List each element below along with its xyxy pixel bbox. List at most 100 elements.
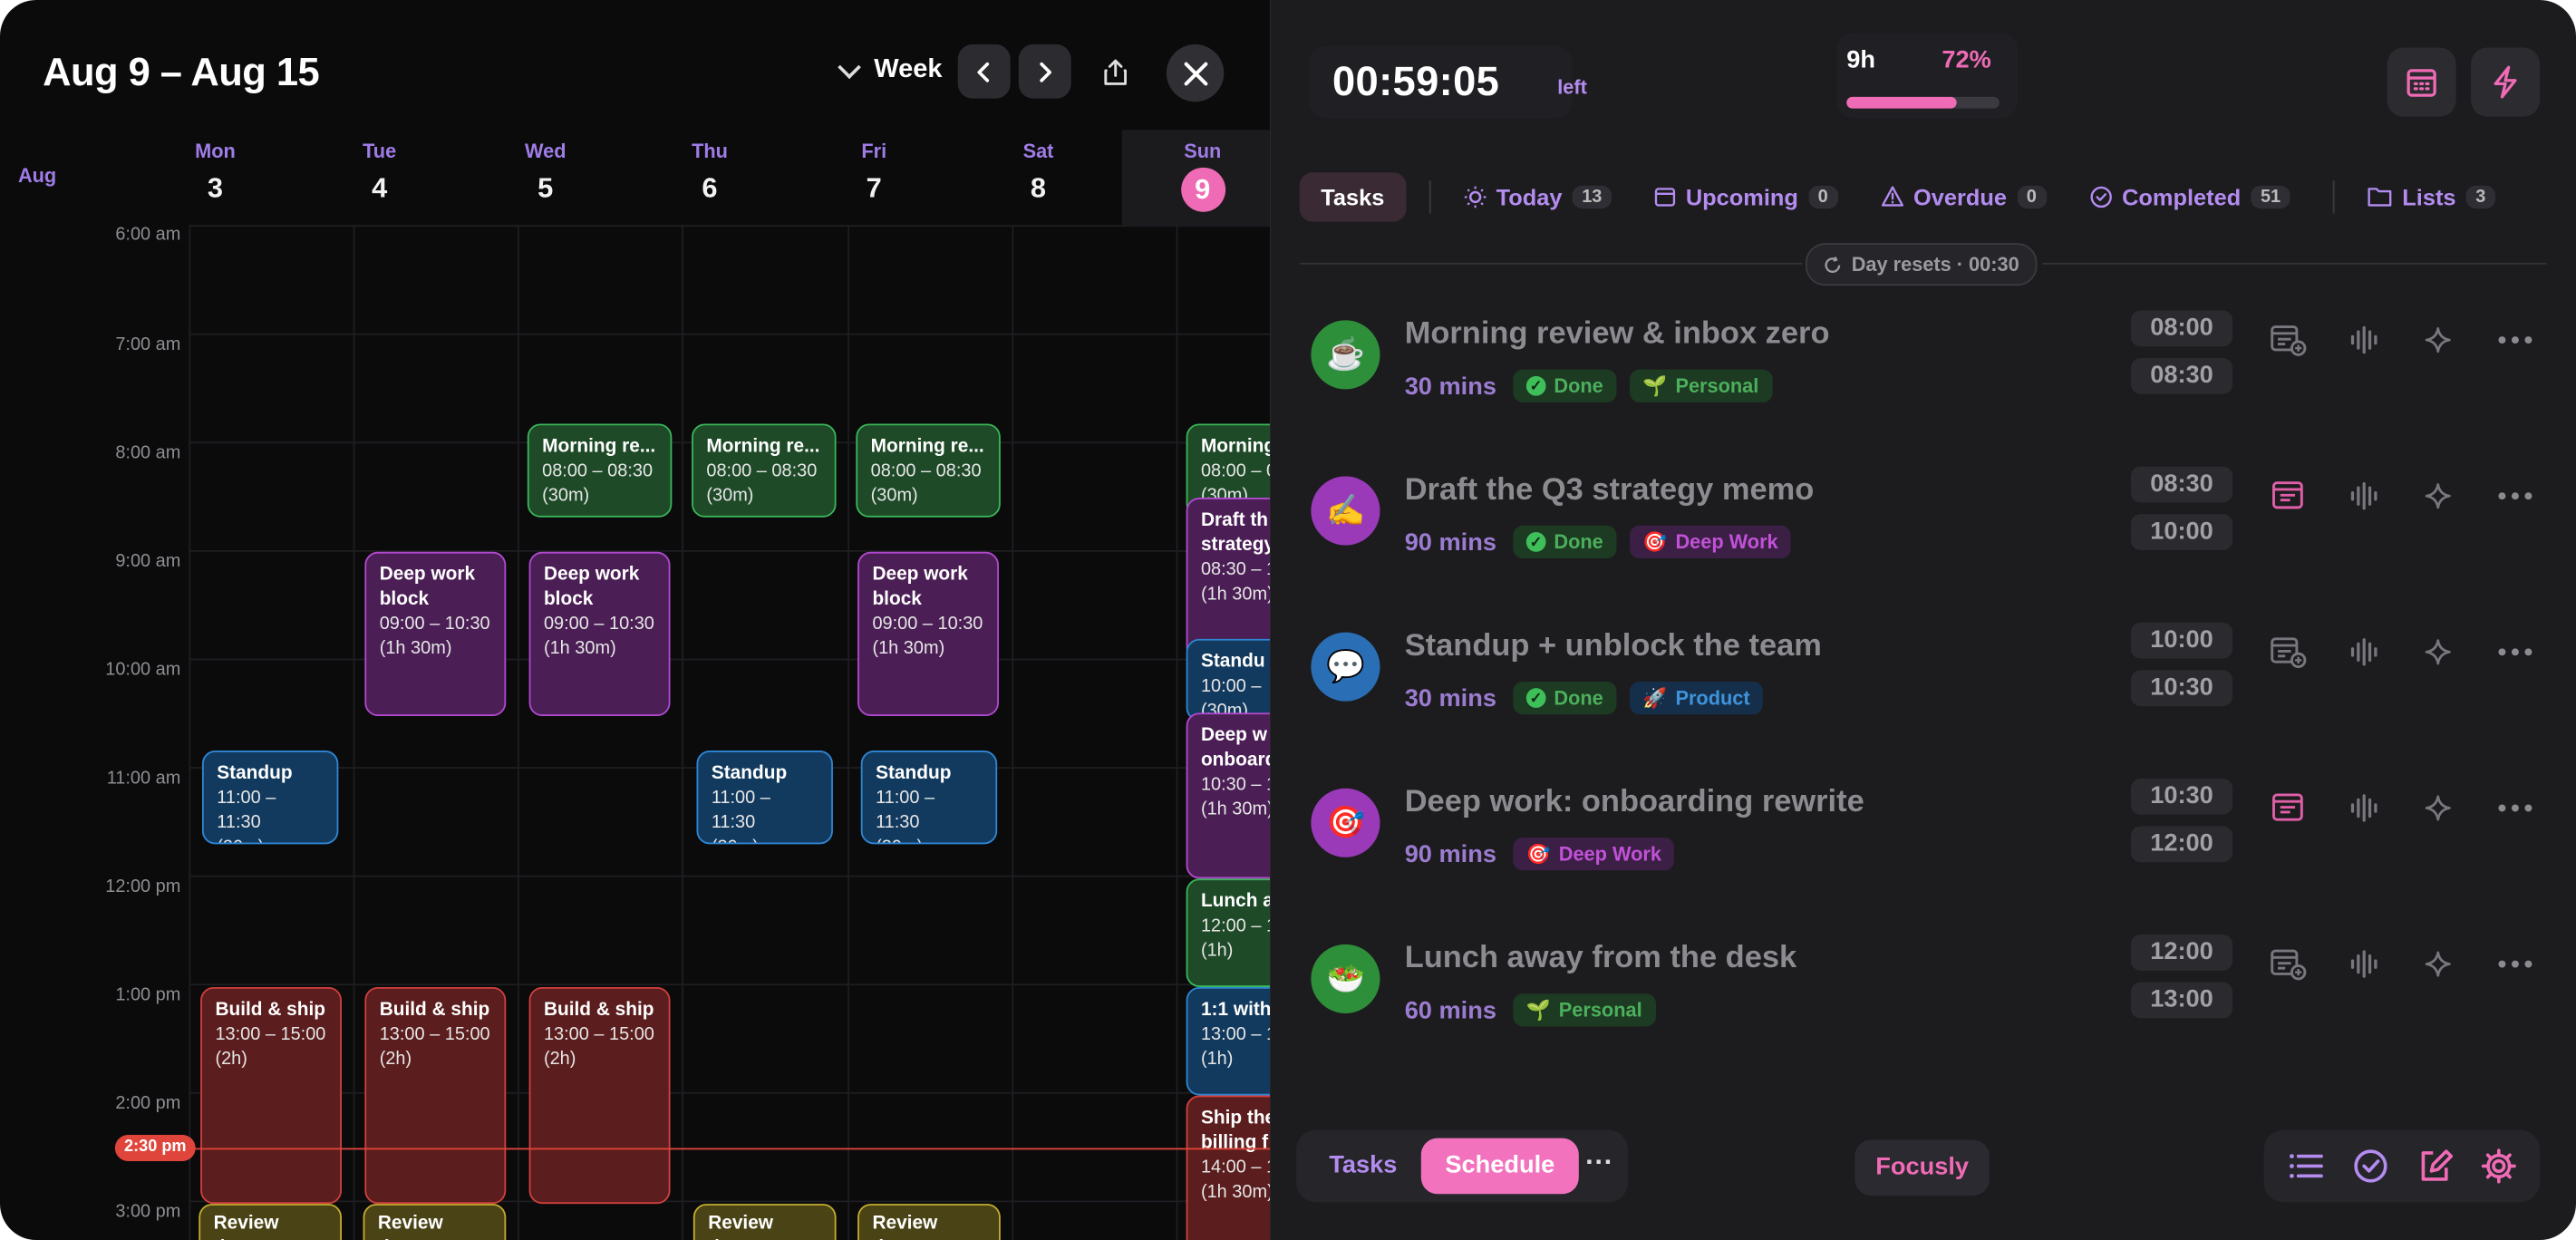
start-time[interactable]: 10:00 xyxy=(2130,622,2233,659)
tab-upcoming[interactable]: Upcoming 0 xyxy=(1654,183,1838,210)
start-time[interactable]: 08:00 xyxy=(2130,310,2233,347)
calendar-event[interactable]: Standup 11:00 – 11:30 (30m) xyxy=(201,751,339,845)
day-name: Wed xyxy=(524,140,567,163)
calendar-small-icon xyxy=(1655,188,1676,207)
voice-button[interactable] xyxy=(2343,320,2386,359)
app-brand[interactable]: Focusly xyxy=(1855,1139,1990,1196)
scheduled-button[interactable] xyxy=(2267,789,2310,828)
voice-button[interactable] xyxy=(2343,633,2386,672)
add-to-calendar-button[interactable] xyxy=(2267,633,2310,672)
task-row[interactable]: 💬 Standup + unblock the team 30 mins ✓ Do… xyxy=(1300,611,2549,749)
end-time[interactable]: 10:00 xyxy=(2130,514,2233,550)
view-label: Week xyxy=(874,55,943,84)
calendar-event[interactable]: Review the... xyxy=(857,1204,1001,1240)
start-time[interactable]: 12:00 xyxy=(2130,934,2233,971)
calendar-event[interactable]: Morning re... 08:00 – 08:30 (30m) xyxy=(856,423,1001,518)
day-header-thu[interactable]: Thu 6 xyxy=(627,140,791,205)
time-label: 3:00 pm xyxy=(115,1202,181,1223)
ai-assist-button[interactable] xyxy=(2418,320,2461,359)
calendar-event[interactable]: Morning re... 08:00 – 08:30 (30m) xyxy=(527,423,673,518)
task-row[interactable]: 🥗 Lunch away from the desk 60 mins 🌱 Pers… xyxy=(1300,923,2549,1061)
more-button[interactable] xyxy=(2494,633,2536,672)
calendar-event[interactable]: Review the... xyxy=(692,1204,837,1240)
day-header-fri[interactable]: Fri 7 xyxy=(792,140,956,205)
calendar-event[interactable]: Standup 11:00 – 11:30 (30m) xyxy=(696,751,833,845)
calendar-event[interactable]: Build & ship 13:00 – 15:00 (2h) xyxy=(364,986,507,1205)
tab-completed[interactable]: Completed 51 xyxy=(2089,183,2291,209)
task-row[interactable]: ☕ Morning review & inbox zero 30 mins ✓ D… xyxy=(1300,299,2549,437)
calendar-event[interactable]: Ship the billing f 14:00 – 1 (1h 30m) xyxy=(1186,1095,1271,1240)
task-row[interactable]: ✍ Draft the Q3 strategy memo 90 mins ✓ Do… xyxy=(1300,455,2549,593)
waveform-icon xyxy=(2350,325,2377,354)
calendar-event[interactable]: Deep work block 09:00 – 10:30 (1h 30m) xyxy=(528,551,671,716)
calendar-event[interactable]: Draft th strategy 08:30 – 1 (1h 30m) xyxy=(1186,498,1271,661)
month-label: Aug xyxy=(17,164,57,188)
start-time[interactable]: 08:30 xyxy=(2130,466,2233,503)
voice-button[interactable] xyxy=(2343,789,2386,828)
day-header-sat[interactable]: Sat 8 xyxy=(956,140,1120,205)
calendar-event[interactable]: Deep work block 09:00 – 10:30 (1h 30m) xyxy=(364,551,507,716)
check-circle-icon[interactable] xyxy=(2352,1148,2388,1185)
task-avatar: ☕ xyxy=(1311,320,1380,390)
scheduled-button[interactable] xyxy=(2267,476,2310,515)
calendar-button[interactable] xyxy=(2387,47,2456,117)
day-header-wed[interactable]: Wed 5 xyxy=(463,140,627,205)
ellipsis-icon xyxy=(2498,648,2532,656)
more-views-button[interactable]: ··· xyxy=(1585,1147,1613,1179)
ai-assist-button[interactable] xyxy=(2418,945,2461,983)
gear-icon[interactable] xyxy=(2480,1148,2516,1185)
task-title: Standup + unblock the team xyxy=(1404,628,1822,664)
day-header-sun[interactable]: Sun 9 xyxy=(1122,140,1270,212)
calendar-event[interactable]: Lunch a 12:00 – 1 (1h) xyxy=(1186,878,1271,987)
start-time[interactable]: 10:30 xyxy=(2130,778,2233,815)
quick-action-button[interactable] xyxy=(2471,47,2541,117)
list-icon[interactable] xyxy=(2288,1151,2324,1181)
voice-button[interactable] xyxy=(2343,476,2386,515)
tab-label: Upcoming xyxy=(1685,183,1798,210)
end-time[interactable]: 08:30 xyxy=(2130,357,2233,394)
more-button[interactable] xyxy=(2494,476,2536,515)
end-time[interactable]: 12:00 xyxy=(2130,826,2233,863)
calendar-event[interactable]: 1:1 with 13:00 – 1 (1h) xyxy=(1186,986,1271,1096)
prev-week-button[interactable] xyxy=(957,44,1011,99)
calendar-event[interactable]: Deep work block 09:00 – 10:30 (1h 30m) xyxy=(857,551,999,716)
sun-icon xyxy=(1464,185,1486,208)
close-button[interactable] xyxy=(1166,44,1225,102)
ai-assist-button[interactable] xyxy=(2418,476,2461,515)
end-time[interactable]: 10:30 xyxy=(2130,670,2233,707)
tasks-view-button[interactable]: Tasks xyxy=(1329,1151,1397,1179)
ai-assist-button[interactable] xyxy=(2418,789,2461,828)
next-week-button[interactable] xyxy=(1018,44,1071,99)
schedule-view-button[interactable]: Schedule xyxy=(1420,1138,1579,1195)
tab-tasks[interactable]: Tasks xyxy=(1299,171,1406,221)
calendar-event[interactable]: Build & ship 13:00 – 15:00 (2h) xyxy=(528,986,671,1205)
add-to-calendar-button[interactable] xyxy=(2267,320,2310,359)
compose-icon[interactable] xyxy=(2416,1148,2453,1185)
calendar-event[interactable]: Standup 11:00 – 11:30 (30m) xyxy=(860,751,998,845)
calendar-event[interactable]: Review the... xyxy=(363,1204,507,1240)
share-button[interactable] xyxy=(1098,54,1134,91)
tab-today[interactable]: Today 13 xyxy=(1463,183,1612,209)
calendar-event[interactable]: Deep w onboard 10:30 – 1 (1h 30m) xyxy=(1186,712,1271,879)
ai-assist-button[interactable] xyxy=(2418,633,2461,672)
voice-button[interactable] xyxy=(2343,945,2386,983)
more-button[interactable] xyxy=(2494,789,2536,828)
calendar-event[interactable]: Build & ship 13:00 – 15:00 (2h) xyxy=(200,986,342,1205)
calendar-event[interactable]: Morning re... 08:00 – 08:30 (30m) xyxy=(692,423,837,518)
day-header-tue[interactable]: Tue 4 xyxy=(297,140,461,205)
more-button[interactable] xyxy=(2494,320,2536,359)
tab-overdue[interactable]: Overdue 0 xyxy=(1881,183,2047,209)
end-time[interactable]: 13:00 xyxy=(2130,982,2233,1019)
task-row[interactable]: 🎯 Deep work: onboarding rewrite 90 mins … xyxy=(1300,767,2549,905)
calendar-note-icon xyxy=(2272,793,2303,821)
more-button[interactable] xyxy=(2494,945,2536,983)
speech-bubble-icon: 💬 xyxy=(1325,650,1365,685)
view-select[interactable]: Week xyxy=(838,54,943,86)
day-name: Thu xyxy=(692,140,728,163)
check-icon: ✓ xyxy=(1525,688,1546,708)
add-to-calendar-button[interactable] xyxy=(2267,945,2310,983)
calendar-event[interactable]: Standu 10:00 – (30m) xyxy=(1186,638,1271,722)
tab-lists[interactable]: Lists 3 xyxy=(2368,183,2496,209)
calendar-event[interactable]: Review the... xyxy=(199,1204,342,1240)
day-header-mon[interactable]: Mon 3 xyxy=(133,140,297,205)
